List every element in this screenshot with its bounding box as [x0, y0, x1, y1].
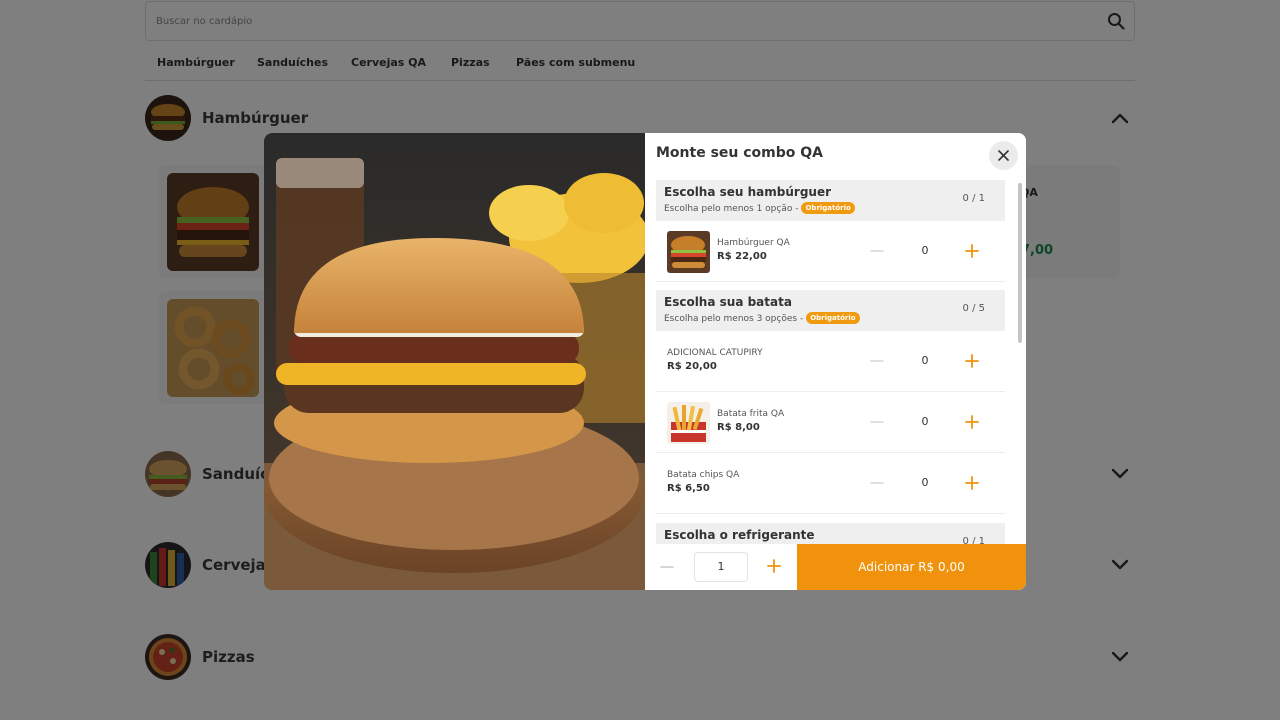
- add-to-cart-button[interactable]: Adicionar R$ 0,00: [797, 544, 1026, 590]
- increase-button[interactable]: [964, 475, 980, 491]
- option-quantity: 0: [921, 476, 929, 489]
- option-item: ADICIONAL CATUPIRY R$ 20,00 0: [656, 331, 1005, 392]
- combo-modal: Monte seu combo QA Escolha seu hambúrgue…: [264, 133, 1026, 590]
- group-title: Escolha o refrigerante: [664, 528, 815, 542]
- group-subtitle: Escolha pelo menos 3 opções - Obrigatório: [664, 312, 860, 324]
- increase-quantity-button[interactable]: [766, 558, 782, 574]
- close-icon: [998, 150, 1009, 161]
- option-quantity: 0: [921, 415, 929, 428]
- group-title: Escolha sua batata: [664, 295, 792, 309]
- decrease-quantity-button[interactable]: [659, 559, 675, 575]
- modal-footer: 1 Adicionar R$ 0,00: [645, 544, 1026, 590]
- close-button[interactable]: [989, 141, 1018, 170]
- increase-button[interactable]: [964, 243, 980, 259]
- option-image: [667, 402, 710, 444]
- option-group-header: Escolha sua batata Escolha pelo menos 3 …: [656, 290, 1005, 331]
- decrease-button[interactable]: [869, 243, 885, 259]
- option-name: Hambúrguer QA: [717, 238, 790, 248]
- option-quantity: 0: [921, 244, 929, 257]
- group-title: Escolha seu hambúrguer: [664, 185, 832, 199]
- decrease-button[interactable]: [869, 353, 885, 369]
- required-badge: Obrigatório: [806, 312, 860, 324]
- group-count: 0 / 5: [962, 303, 985, 314]
- option-price: R$ 22,00: [717, 251, 767, 262]
- option-group-header: Escolha o refrigerante 0 / 1: [656, 523, 1005, 544]
- modal-title: Monte seu combo QA: [656, 145, 824, 161]
- group-count: 0 / 1: [962, 536, 985, 544]
- group-count: 0 / 1: [962, 193, 985, 204]
- combo-options-panel: Monte seu combo QA Escolha seu hambúrgue…: [645, 133, 1026, 590]
- option-name: Batata chips QA: [667, 470, 740, 480]
- group-subtitle: Escolha pelo menos 1 opção - Obrigatório: [664, 202, 855, 214]
- increase-button[interactable]: [964, 353, 980, 369]
- option-item: Batata frita QA R$ 8,00 0: [656, 392, 1005, 453]
- combo-hero-image: [264, 133, 645, 590]
- decrease-button[interactable]: [869, 475, 885, 491]
- option-item: Hambúrguer QA R$ 22,00 0: [656, 221, 1005, 282]
- quantity-field[interactable]: 1: [694, 552, 748, 582]
- decrease-button[interactable]: [869, 414, 885, 430]
- option-group-header: Escolha seu hambúrguer Escolha pelo meno…: [656, 180, 1005, 221]
- option-image: [667, 231, 710, 273]
- option-price: R$ 6,50: [667, 483, 710, 494]
- increase-button[interactable]: [964, 414, 980, 430]
- options-scroll-area[interactable]: Escolha seu hambúrguer Escolha pelo meno…: [656, 180, 1005, 544]
- option-name: ADICIONAL CATUPIRY: [667, 348, 763, 358]
- option-price: R$ 20,00: [667, 361, 717, 372]
- option-item: Batata chips QA R$ 6,50 0: [656, 453, 1005, 514]
- required-badge: Obrigatório: [801, 202, 855, 214]
- option-quantity: 0: [921, 354, 929, 367]
- option-price: R$ 8,00: [717, 422, 760, 433]
- scrollbar-thumb[interactable]: [1018, 183, 1022, 343]
- option-name: Batata frita QA: [717, 409, 785, 419]
